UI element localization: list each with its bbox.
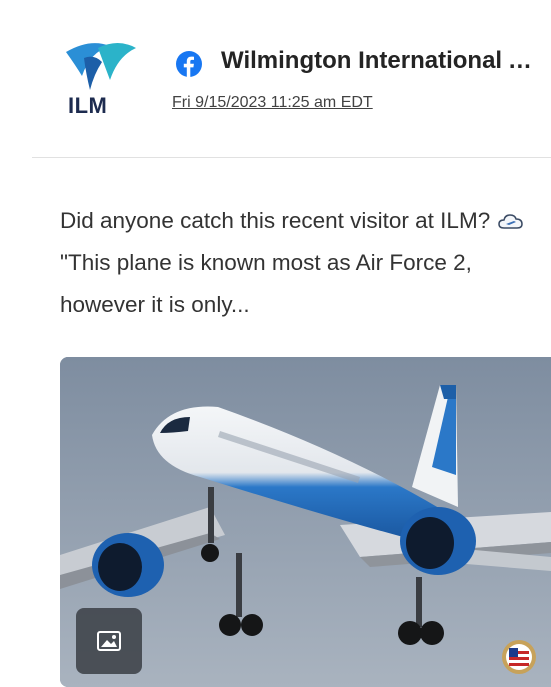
usa-seal-icon xyxy=(502,640,536,674)
post-text: Did anyone catch this recent visitor at … xyxy=(60,200,540,326)
post-date-link[interactable]: Fri 9/15/2023 11:25 am EDT xyxy=(172,94,373,112)
cloud-plane-emoji-icon xyxy=(498,214,524,229)
source-name[interactable]: Wilmington International Airport xyxy=(221,47,547,75)
news-card: ILM Wilmington International Airport Fri… xyxy=(0,0,551,687)
post-text-part-2: "This plane is known most as Air Force 2… xyxy=(60,250,472,317)
ilm-logo-text: ILM xyxy=(68,93,108,118)
facebook-icon xyxy=(176,51,202,77)
post-text-part-1: Did anyone catch this recent visitor at … xyxy=(60,208,491,233)
ilm-logo-mark-icon xyxy=(66,43,136,90)
image-type-badge[interactable] xyxy=(76,608,142,674)
post-header: ILM Wilmington International Airport Fri… xyxy=(0,0,551,158)
header-divider xyxy=(32,157,551,158)
image-icon xyxy=(97,631,121,651)
